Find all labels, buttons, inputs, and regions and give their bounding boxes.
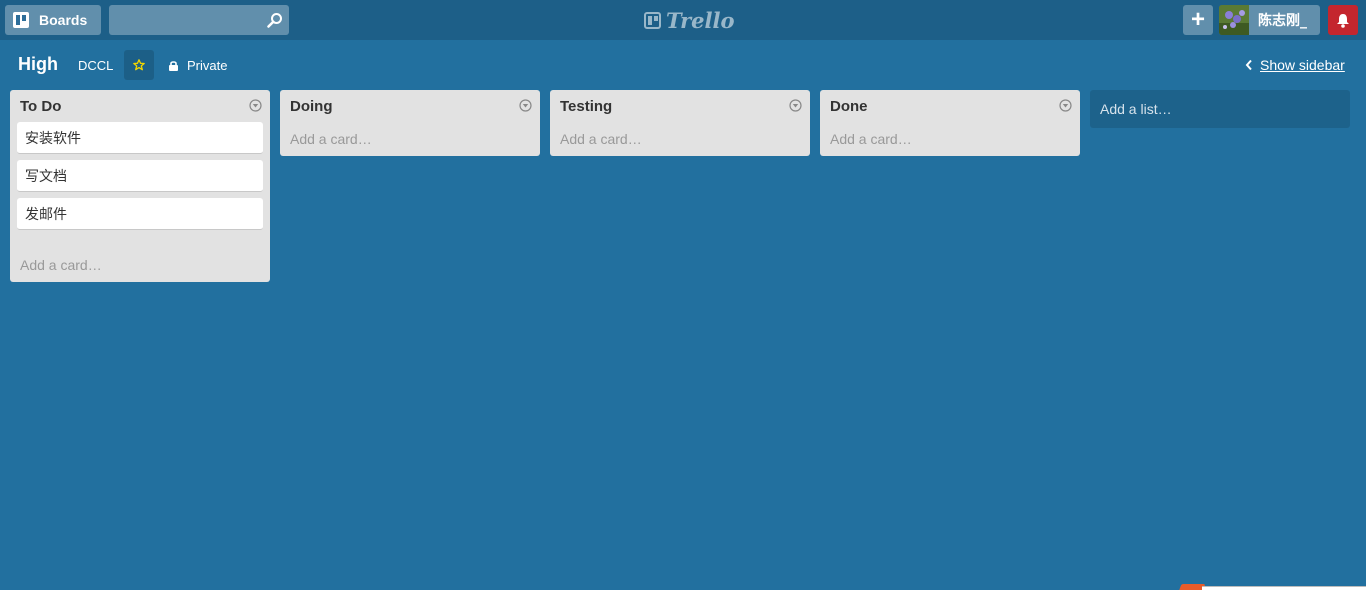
list-menu-icon[interactable]: [1059, 99, 1072, 112]
add-card-link[interactable]: Add a card…: [550, 122, 810, 156]
card[interactable]: 发邮件: [17, 198, 263, 230]
add-button[interactable]: +: [1183, 5, 1213, 35]
list-menu-icon[interactable]: [249, 99, 262, 112]
add-card-link[interactable]: Add a card…: [820, 122, 1080, 156]
list-doing: Doing Add a card…: [280, 90, 540, 156]
star-icon: [133, 59, 145, 71]
privacy-button[interactable]: Private: [168, 58, 227, 73]
list-menu-icon[interactable]: [789, 99, 802, 112]
card[interactable]: 写文档: [17, 160, 263, 192]
list-header[interactable]: Done: [820, 90, 1080, 122]
feedback-widget[interactable]: [1176, 583, 1366, 590]
member-name: 陈志刚_: [1258, 13, 1307, 29]
trello-logo-icon: [644, 11, 661, 29]
notifications-button[interactable]: [1328, 5, 1358, 35]
add-card-link[interactable]: Add a card…: [10, 236, 270, 282]
search-box[interactable]: [109, 5, 289, 35]
list-title[interactable]: To Do: [20, 98, 61, 115]
logo-text: Trello: [666, 7, 735, 33]
lock-icon: [169, 60, 178, 71]
board-title[interactable]: High: [18, 54, 58, 75]
trello-logo[interactable]: Trello: [644, 7, 735, 33]
avatar: [1219, 5, 1249, 35]
header-bar: Boards Trello + 陈志刚_: [0, 0, 1366, 40]
bell-icon: [1337, 13, 1349, 28]
list-to-do: To Do 安装软件 写文档 发邮件 Add a card…: [10, 90, 270, 282]
list-done: Done Add a card…: [820, 90, 1080, 156]
list-header[interactable]: Doing: [280, 90, 540, 122]
chevron-left-icon: [1245, 59, 1252, 71]
list-header[interactable]: Testing: [550, 90, 810, 122]
list-menu-icon[interactable]: [519, 99, 532, 112]
list-title[interactable]: Done: [830, 98, 868, 115]
board-organization[interactable]: DCCL: [78, 58, 113, 73]
star-button[interactable]: [124, 50, 154, 80]
search-icon[interactable]: [267, 12, 283, 28]
card[interactable]: 安装软件: [17, 122, 263, 154]
search-input[interactable]: [109, 5, 259, 35]
list-header[interactable]: To Do: [10, 90, 270, 122]
add-card-link[interactable]: Add a card…: [280, 122, 540, 156]
add-list-button[interactable]: Add a list…: [1090, 90, 1350, 128]
show-sidebar-link[interactable]: Show sidebar: [1245, 57, 1345, 73]
list-title[interactable]: Doing: [290, 98, 333, 115]
show-sidebar-label: Show sidebar: [1260, 57, 1345, 73]
boards-button[interactable]: Boards: [5, 5, 101, 35]
member-menu-button[interactable]: 陈志刚_: [1219, 5, 1320, 35]
privacy-label: Private: [187, 58, 228, 73]
list-title[interactable]: Testing: [560, 98, 612, 115]
feedback-panel: [1202, 586, 1366, 590]
boards-icon: [13, 12, 29, 28]
boards-label: Boards: [39, 12, 88, 28]
list-testing: Testing Add a card…: [550, 90, 810, 156]
